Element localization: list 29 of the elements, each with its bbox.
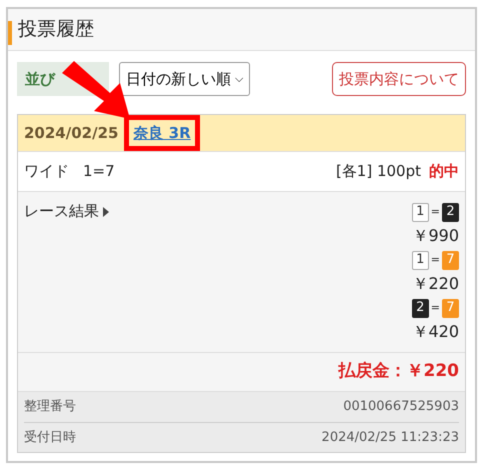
horse-number: 2 — [412, 298, 429, 318]
page-title: 投票履歴 — [18, 17, 94, 42]
horse-number: 1 — [412, 250, 429, 270]
refund-amount: 払戻金：￥220 — [18, 353, 465, 392]
payout-amount: ￥220 — [412, 273, 459, 295]
hit-label: 的中 — [429, 161, 459, 182]
bet-type: ワイド — [24, 161, 69, 182]
entry-date: 2024/02/25 — [24, 122, 118, 144]
about-button[interactable]: 投票内容について — [332, 62, 466, 96]
info-value: 2024/02/25 11:23:23 — [322, 428, 459, 447]
horse-number: 7 — [442, 298, 459, 318]
horse-number: 1 — [412, 202, 429, 222]
triangle-icon — [102, 206, 110, 218]
payout-amount: ￥420 — [412, 321, 459, 343]
info-value: 00100667525903 — [343, 398, 459, 416]
horse-number: 2 — [442, 202, 459, 222]
equals-sign: = — [430, 300, 440, 316]
race-link[interactable]: 奈良 3R — [129, 120, 195, 146]
payout-amount: ￥990 — [412, 225, 459, 247]
equals-sign: = — [430, 252, 440, 268]
horse-number: 7 — [442, 250, 459, 270]
info-label: 受付日時 — [24, 428, 76, 447]
race-results-link[interactable]: レース結果 — [24, 200, 110, 222]
info-label: 整理番号 — [24, 398, 76, 416]
sort-dropdown[interactable]: 日付の新しい順 ⌵ — [119, 62, 250, 96]
stake-text: [各1] 100pt — [336, 161, 421, 182]
bet-numbers: 1=7 — [83, 161, 115, 182]
equals-sign: = — [430, 204, 440, 220]
accent-bar — [8, 21, 12, 45]
